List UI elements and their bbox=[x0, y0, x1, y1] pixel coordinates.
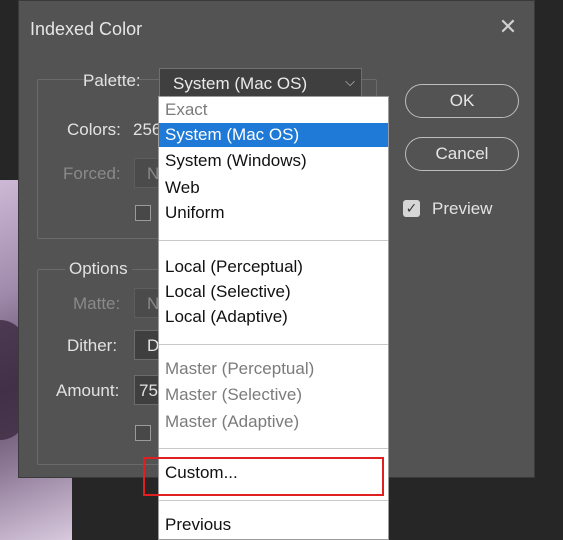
options-heading: Options bbox=[65, 259, 132, 279]
menu-separator bbox=[159, 448, 388, 449]
forced-label: Forced: bbox=[63, 164, 121, 183]
menu-separator bbox=[159, 500, 388, 501]
menu-item-local-perceptual[interactable]: Local (Perceptual) bbox=[159, 255, 388, 279]
menu-item-previous[interactable]: Previous bbox=[159, 513, 388, 537]
preserve-exact-colors-checkbox[interactable] bbox=[135, 425, 151, 441]
menu-separator bbox=[159, 240, 388, 241]
menu-item-system-windows[interactable]: System (Windows) bbox=[159, 149, 388, 173]
menu-item-web[interactable]: Web bbox=[159, 176, 388, 200]
dither-label: Dither: bbox=[67, 336, 118, 355]
colors-label: Colors: bbox=[67, 120, 121, 139]
menu-item-master-perceptual: Master (Perceptual) bbox=[165, 359, 315, 378]
annotation-highlight-box bbox=[143, 457, 384, 496]
menu-item-local-adaptive[interactable]: Local (Adaptive) bbox=[159, 305, 388, 329]
title-bar: Indexed Color ✕ bbox=[19, 1, 534, 57]
palette-select[interactable]: System (Mac OS) ⌵ bbox=[159, 68, 362, 98]
menu-item-local-selective[interactable]: Local (Selective) bbox=[159, 280, 388, 304]
cancel-button[interactable]: Cancel bbox=[405, 137, 519, 171]
preview-checkbox[interactable]: ✓ bbox=[403, 200, 420, 217]
preview-label: Preview bbox=[432, 199, 493, 218]
menu-item-master-adaptive: Master (Adaptive) bbox=[165, 412, 300, 431]
menu-item-uniform[interactable]: Uniform bbox=[159, 201, 388, 225]
amount-label: Amount: bbox=[56, 381, 120, 400]
matte-label: Matte: bbox=[73, 294, 121, 313]
chevron-down-icon: ⌵ bbox=[345, 74, 355, 89]
palette-label: Palette: bbox=[83, 71, 141, 90]
menu-item-system-mac[interactable]: System (Mac OS) bbox=[159, 123, 388, 147]
ok-button[interactable]: OK bbox=[405, 84, 519, 118]
transparency-checkbox[interactable] bbox=[135, 205, 151, 221]
amount-field-value: 75 bbox=[139, 381, 158, 400]
dialog-title: Indexed Color bbox=[30, 19, 143, 39]
menu-item-exact: Exact bbox=[165, 100, 208, 119]
close-icon[interactable]: ✕ bbox=[496, 15, 520, 39]
menu-item-master-selective: Master (Selective) bbox=[165, 385, 302, 404]
palette-select-value: System (Mac OS) bbox=[173, 74, 308, 93]
menu-separator bbox=[159, 344, 388, 345]
